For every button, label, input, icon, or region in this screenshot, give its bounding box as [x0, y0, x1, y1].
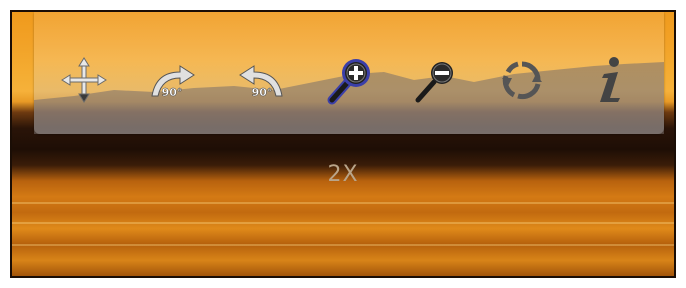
- zoom-out-button[interactable]: [408, 52, 464, 108]
- zoom-out-icon: [415, 62, 453, 103]
- info-button[interactable]: [582, 52, 638, 108]
- rotate-right-label: 90°: [252, 86, 273, 99]
- rotate-left-button[interactable]: 90°: [146, 52, 202, 108]
- pan-button[interactable]: [56, 52, 112, 108]
- zoom-level-indicator: 2X: [327, 162, 359, 187]
- image-viewer: 90° 90° 2X: [10, 10, 676, 278]
- info-icon: [600, 57, 620, 102]
- rotate-right-icon: 90°: [239, 65, 283, 99]
- reset-button[interactable]: [494, 52, 550, 108]
- rotate-left-icon: 90°: [151, 65, 195, 99]
- zoom-in-button[interactable]: [322, 52, 378, 108]
- viewer-toolbar: 90° 90°: [34, 12, 664, 134]
- refresh-icon: [502, 61, 542, 100]
- rotate-right-button[interactable]: 90°: [232, 52, 288, 108]
- move-arrows-icon: [61, 57, 107, 103]
- zoom-in-icon: [327, 59, 370, 105]
- rotate-left-label: 90°: [162, 86, 183, 99]
